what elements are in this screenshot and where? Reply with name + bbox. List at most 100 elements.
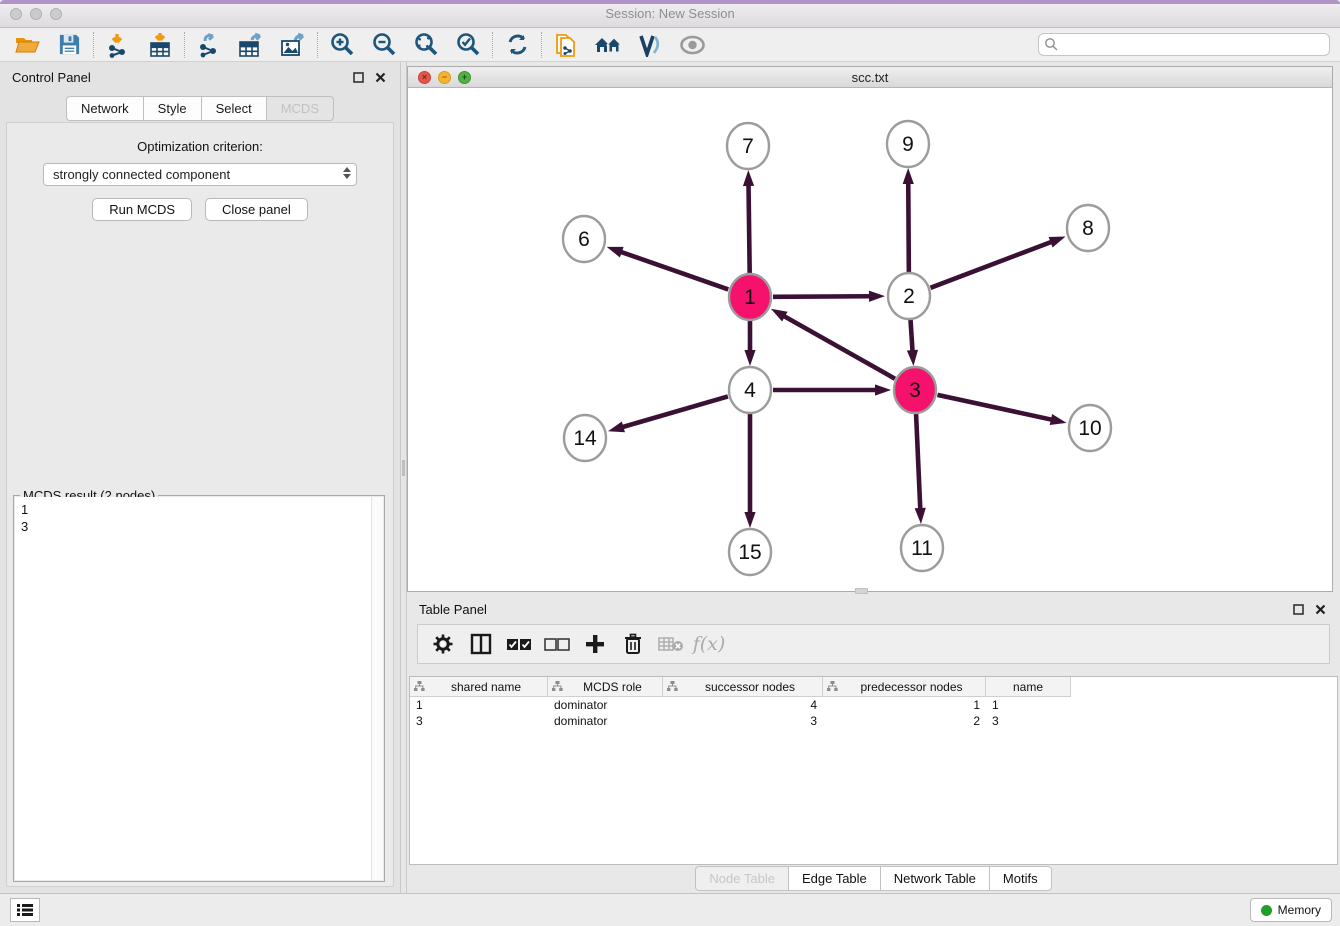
column-header-name[interactable]: name [986,677,1071,697]
window-accent-strip [0,0,1340,4]
zoom-fit-button[interactable] [405,30,447,60]
edge-arrowhead [1050,414,1067,425]
close-panel-icon[interactable] [372,69,388,85]
edge-2-3[interactable] [910,319,912,352]
cell-MCDS-role[interactable]: dominator [548,697,663,713]
vizmapper-button[interactable] [629,30,671,60]
result-scrollbar[interactable] [371,497,383,880]
cell-name[interactable]: 3 [986,713,1071,729]
cell-shared-name[interactable]: 3 [410,713,548,729]
tab-edge-table[interactable]: Edge Table [788,866,880,891]
column-type-icon [414,681,425,692]
column-header-shared-name[interactable]: shared name [410,677,548,697]
tab-network[interactable]: Network [66,96,143,121]
delete-table-icon [658,635,684,653]
plus-icon [585,634,605,654]
column-header-predecessor-nodes[interactable]: predecessor nodes [823,677,986,697]
cell-shared-name[interactable]: 1 [410,697,548,713]
zoom-selected-button[interactable] [447,30,489,60]
export-network-button[interactable] [188,30,230,60]
deselect-all-columns-button[interactable] [540,628,574,660]
refresh-button[interactable] [496,30,538,60]
show-hide-button[interactable] [671,30,713,60]
network-canvas[interactable]: 1234678910111415 [408,88,1332,591]
float-panel-icon[interactable] [350,69,366,85]
column-type-icon [552,681,563,692]
export-table-icon [237,32,265,58]
zoom-out-button[interactable] [363,30,405,60]
search-icon [1044,37,1059,52]
column-header-MCDS-role[interactable]: MCDS role [548,677,663,697]
search-field[interactable] [1038,33,1330,56]
export-table-button[interactable] [230,30,272,60]
float-table-panel-icon[interactable] [1290,601,1306,617]
clone-network-icon [553,31,579,59]
run-mcds-button[interactable]: Run MCDS [92,198,192,221]
toolbar-separator [492,32,493,58]
cell-MCDS-role[interactable]: dominator [548,713,663,729]
tab-mcds[interactable]: MCDS [266,96,334,121]
control-panel-tabs: NetworkStyleSelectMCDS [0,96,400,121]
zoom-in-button[interactable] [321,30,363,60]
panel-divider[interactable] [400,62,407,893]
optimization-criterion-select[interactable]: strongly connected component [43,163,357,186]
close-panel-button[interactable]: Close panel [205,198,308,221]
network-window-titlebar[interactable]: scc.txt × − + [408,67,1332,88]
tab-style[interactable]: Style [143,96,201,121]
add-column-button[interactable] [578,628,612,660]
cell-predecessor-nodes[interactable]: 1 [823,697,986,713]
show-columns-button[interactable] [464,628,498,660]
tab-node-table[interactable]: Node Table [695,866,788,891]
import-network-icon [105,32,131,58]
export-image-button[interactable] [272,30,314,60]
cell-predecessor-nodes[interactable]: 2 [823,713,986,729]
network-graph[interactable]: 1234678910111415 [408,88,1332,591]
edge-3-10[interactable] [937,395,1052,420]
control-panel: Control Panel NetworkStyleSelectMCDS Opt… [0,62,400,893]
memory-button[interactable]: Memory [1250,898,1332,922]
tab-motifs[interactable]: Motifs [989,866,1052,891]
delete-table-button[interactable] [654,628,688,660]
save-session-button[interactable] [48,30,90,60]
import-table-button[interactable] [139,30,181,60]
home-button[interactable] [587,30,629,60]
edge-2-9[interactable] [908,182,909,273]
tab-select[interactable]: Select [201,96,266,121]
function-builder-button[interactable]: f(x) [692,628,726,660]
edge-3-1[interactable] [783,316,895,379]
columns-icon [470,633,492,655]
edge-1-6[interactable] [620,252,728,290]
import-network-button[interactable] [97,30,139,60]
edge-3-11[interactable] [916,413,920,510]
edge-arrowhead [915,508,926,524]
edge-4-14[interactable] [621,396,727,427]
mcds-panel: Optimization criterion: strongly connect… [6,122,394,887]
cell-successor-nodes[interactable]: 3 [663,713,823,729]
divider-grip[interactable] [402,460,405,476]
node-label-15: 15 [738,541,761,564]
edge-1-7[interactable] [749,184,750,274]
open-session-button[interactable] [6,30,48,60]
column-header-successor-nodes[interactable]: successor nodes [663,677,823,697]
criterion-value: strongly connected component [53,167,230,182]
close-table-panel-icon[interactable] [1312,601,1328,617]
select-all-columns-button[interactable] [502,628,536,660]
table-row[interactable]: 1dominator411 [410,697,1337,713]
delete-column-button[interactable] [616,628,650,660]
task-history-button[interactable] [10,898,40,922]
table-settings-button[interactable] [426,628,460,660]
node-table-header[interactable]: shared nameMCDS rolesuccessor nodesprede… [410,677,1337,697]
edge-arrowhead [608,421,625,432]
network-split-grip[interactable] [855,588,868,594]
tab-network-table[interactable]: Network Table [880,866,989,891]
edge-arrowhead [869,291,885,302]
clone-network-button[interactable] [545,30,587,60]
table-row[interactable]: 3dominator323 [410,713,1337,729]
cell-name[interactable]: 1 [986,697,1071,713]
node-table-body[interactable]: 1dominator4113dominator323 [410,697,1337,729]
search-input[interactable] [1059,38,1329,52]
node-table[interactable]: shared nameMCDS rolesuccessor nodesprede… [409,676,1338,865]
edge-1-2[interactable] [773,296,871,297]
edge-2-8[interactable] [931,241,1053,287]
cell-successor-nodes[interactable]: 4 [663,697,823,713]
